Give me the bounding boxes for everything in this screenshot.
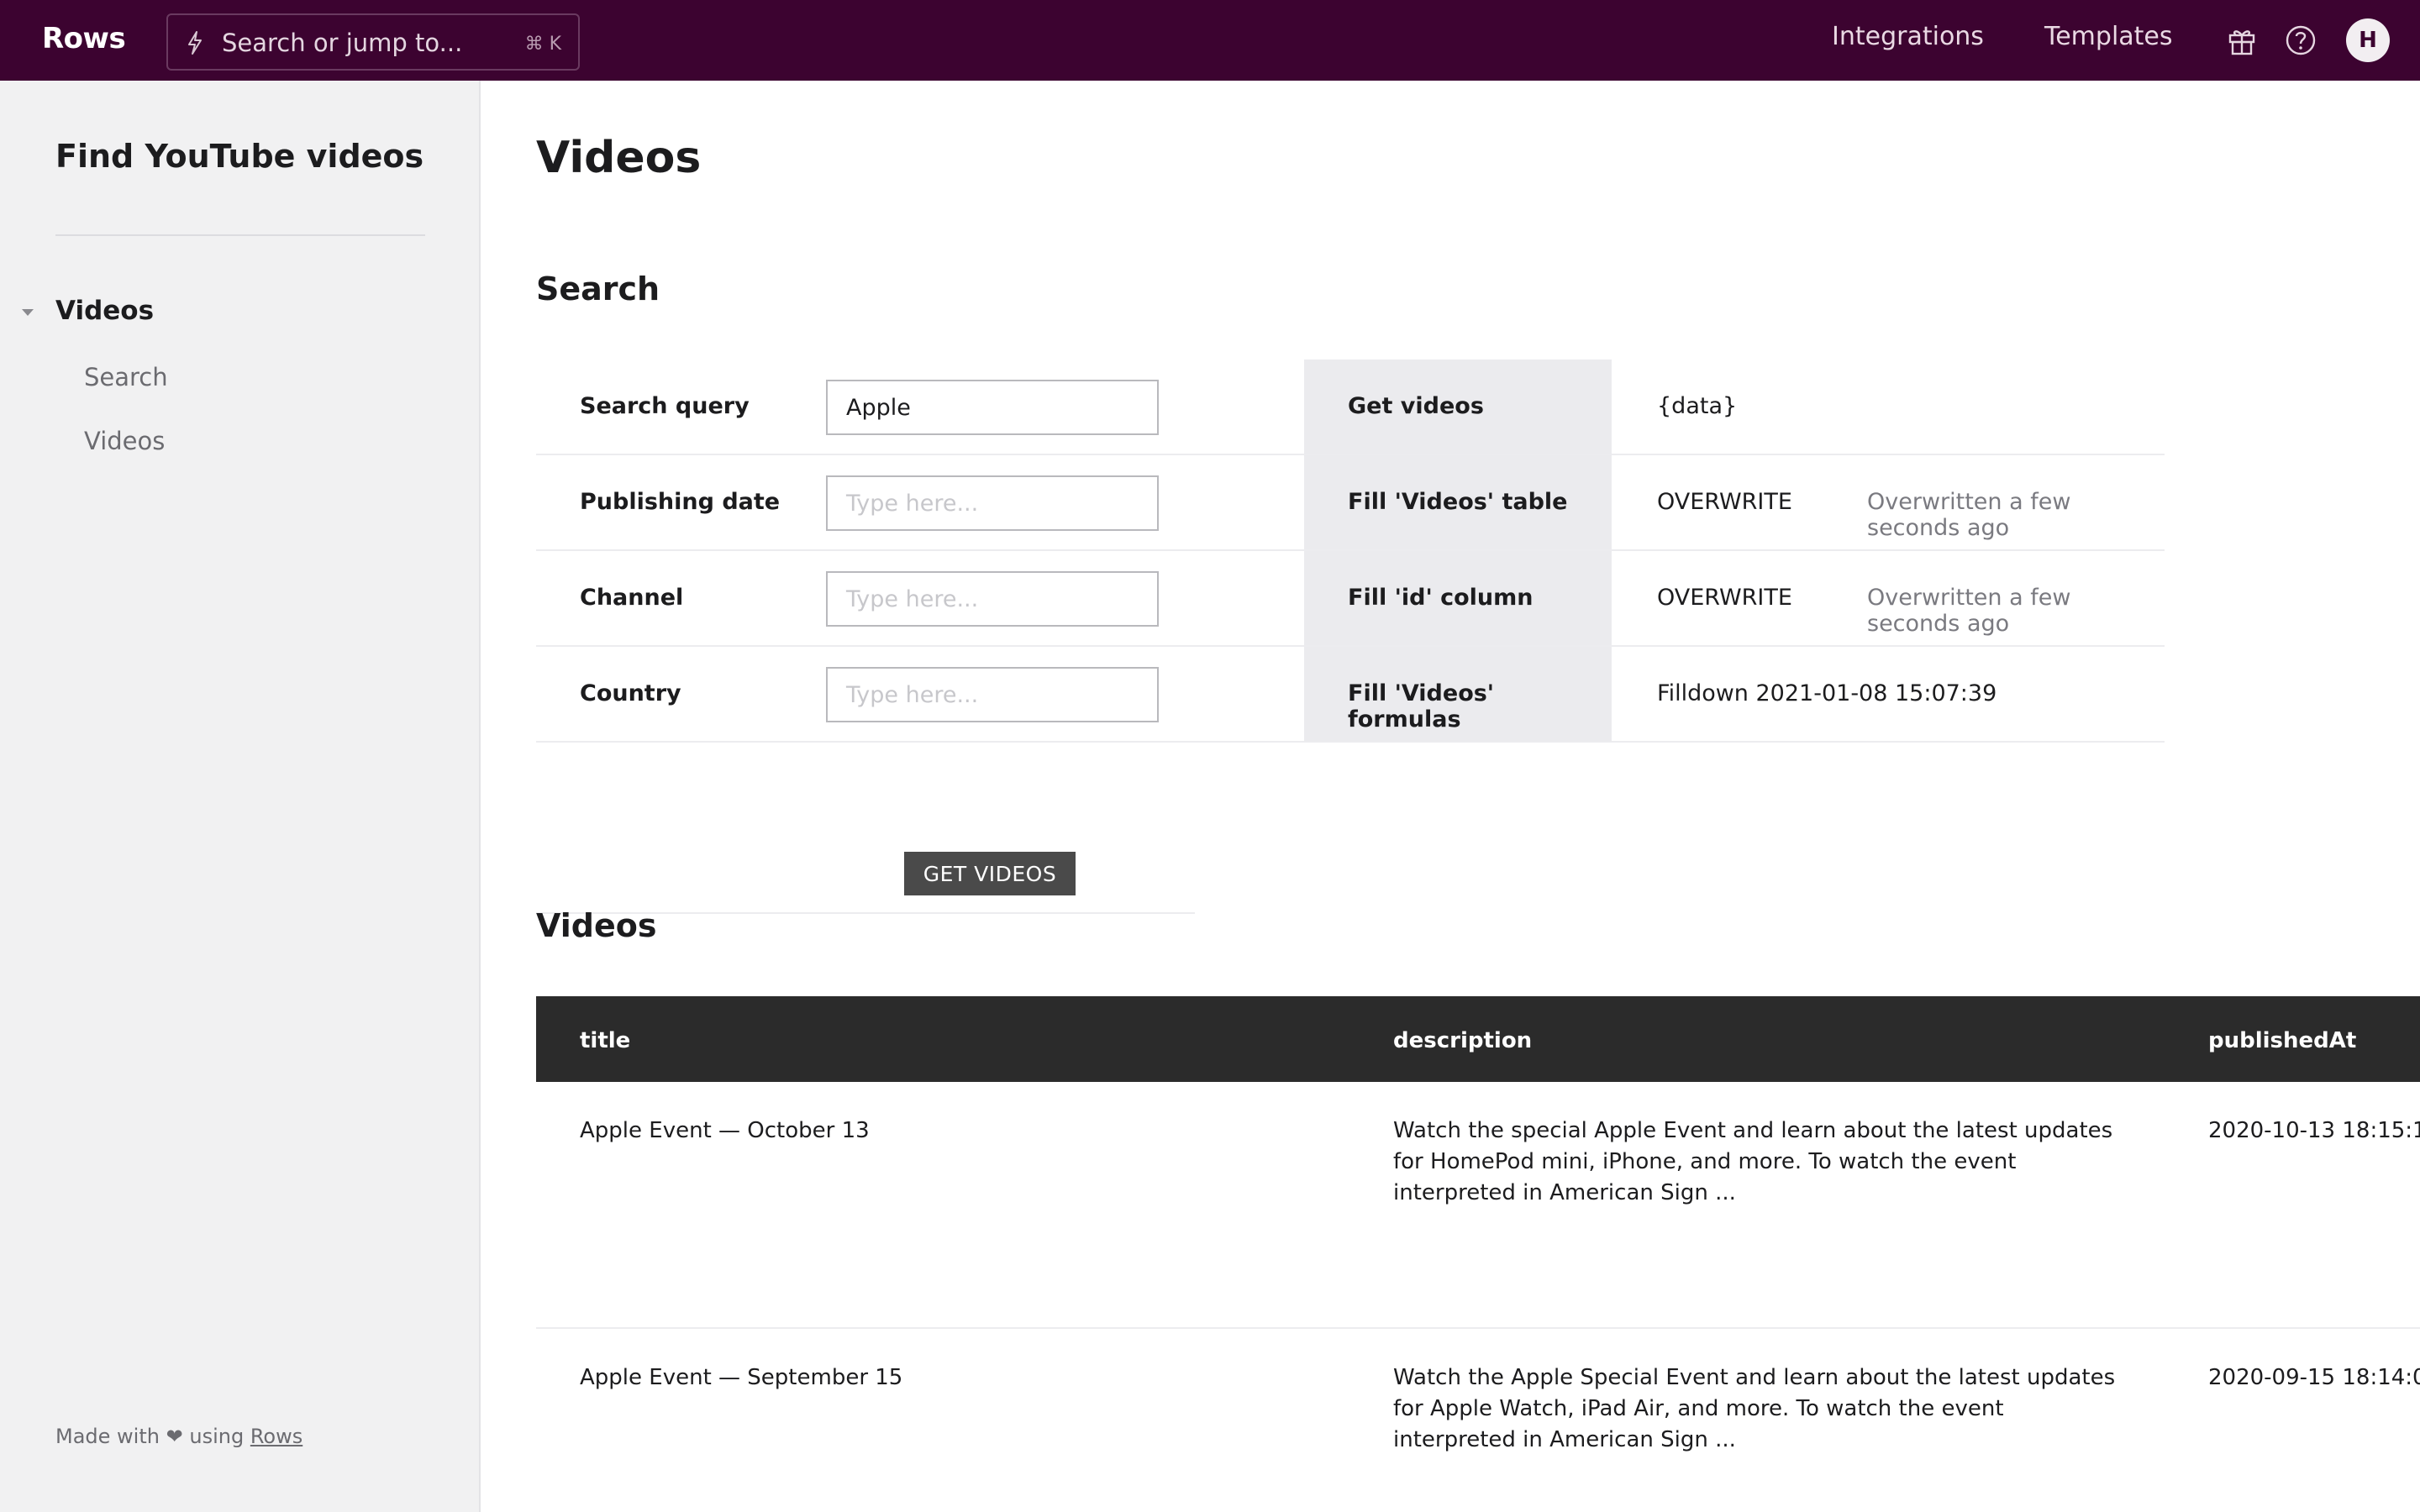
sidebar-divider [55, 234, 425, 236]
rows-logo[interactable]: Rows [42, 22, 126, 55]
column-header-description[interactable]: description [1393, 1028, 1532, 1053]
cell-publishedat[interactable]: 2020-09-15 18:14:0 [2208, 1362, 2420, 1394]
page-title: Videos [536, 133, 702, 183]
action-cell: Fill 'Videos' table [1304, 455, 1612, 549]
footer-rows-link[interactable]: Rows [250, 1425, 302, 1448]
sidebar-item-search[interactable]: Search [84, 363, 168, 391]
get-videos-button[interactable]: GET VIDEOS [904, 852, 1076, 895]
publishing-date-input[interactable]: Type here... [826, 475, 1159, 531]
action-value[interactable]: {data} [1657, 393, 1737, 419]
field-label: Publishing date [580, 489, 781, 515]
form-row: Publishing date Type here... Fill 'Video… [536, 455, 2165, 551]
section-title-videos: Videos [536, 907, 657, 944]
cell-publishedat[interactable]: 2020-10-13 18:15:1 [2208, 1116, 2420, 1147]
action-label: Fill 'Videos' table [1348, 489, 1568, 515]
form-row: Search query Apple Get videos {data} [536, 360, 2165, 455]
action-label: Get videos [1348, 393, 1484, 419]
cell-title[interactable]: Apple Event — October 13 [580, 1116, 1336, 1147]
sidebar-footer: Made with ❤ using Rows [55, 1425, 302, 1448]
field-label: Country [580, 680, 681, 706]
cell-description[interactable]: Watch the special Apple Event and learn … [1393, 1116, 2133, 1209]
action-status-note: Overwritten a few seconds ago [1867, 585, 2071, 637]
gift-icon[interactable] [2225, 24, 2259, 57]
action-label: Fill 'Videos' formulas [1348, 680, 1495, 732]
search-shortcut-hint: ⌘ K [524, 34, 561, 55]
action-cell: Fill 'Videos' formulas [1304, 647, 1612, 741]
sidebar-title: Find YouTube videos [55, 138, 424, 175]
top-bar: Rows Search or jump to... ⌘ K Integratio… [0, 0, 2420, 81]
avatar[interactable]: H [2346, 18, 2390, 62]
search-query-input[interactable]: Apple [826, 380, 1159, 435]
main-content: Videos Search Search query Apple Get vid… [482, 81, 2420, 1512]
cell-title[interactable]: Apple Event — September 15 [580, 1362, 1336, 1394]
help-icon[interactable] [2284, 24, 2317, 57]
column-header-title[interactable]: title [580, 1028, 630, 1053]
field-label: Search query [580, 393, 750, 419]
footer-middle: using [189, 1425, 245, 1448]
cell-description[interactable]: Watch the Apple Special Event and learn … [1393, 1362, 2133, 1456]
sidebar-group-videos[interactable]: Videos [55, 296, 154, 326]
heart-icon: ❤ [166, 1425, 183, 1448]
column-header-publishedat[interactable]: publishedAt [2208, 1028, 2356, 1053]
form-row: Country Type here... Fill 'Videos' formu… [536, 647, 2165, 743]
action-label: Fill 'id' column [1348, 585, 1534, 611]
section-title-search: Search [536, 270, 660, 307]
table-header: title description publishedAt [536, 996, 2420, 1082]
sidebar-item-videos[interactable]: Videos [84, 427, 165, 455]
button-row: GET VIDEOS [536, 822, 1195, 914]
table-row: Apple Event — October 13 Watch the speci… [536, 1082, 2420, 1329]
action-value[interactable]: OVERWRITE [1657, 585, 1792, 611]
table-row: Apple Event — September 15 Watch the App… [536, 1329, 2420, 1512]
action-value[interactable]: OVERWRITE [1657, 489, 1792, 515]
field-label: Channel [580, 585, 684, 611]
action-value[interactable]: Filldown 2021-01-08 15:07:39 [1657, 680, 1996, 706]
caret-down-icon[interactable] [20, 307, 35, 318]
sidebar: Find YouTube videos Videos Search Videos… [0, 81, 481, 1512]
country-input[interactable]: Type here... [826, 667, 1159, 722]
form-row: Channel Type here... Fill 'id' column OV… [536, 551, 2165, 647]
footer-prefix: Made with [55, 1425, 160, 1448]
search-jump-box[interactable]: Search or jump to... ⌘ K [166, 13, 580, 71]
action-cell: Get videos [1304, 360, 1612, 454]
search-placeholder: Search or jump to... [222, 29, 463, 57]
action-status-note: Overwritten a few seconds ago [1867, 489, 2071, 541]
nav-templates[interactable]: Templates [2044, 22, 2173, 51]
bolt-icon [188, 31, 202, 55]
action-cell: Fill 'id' column [1304, 551, 1612, 645]
channel-input[interactable]: Type here... [826, 571, 1159, 627]
nav-integrations[interactable]: Integrations [1832, 22, 1984, 51]
